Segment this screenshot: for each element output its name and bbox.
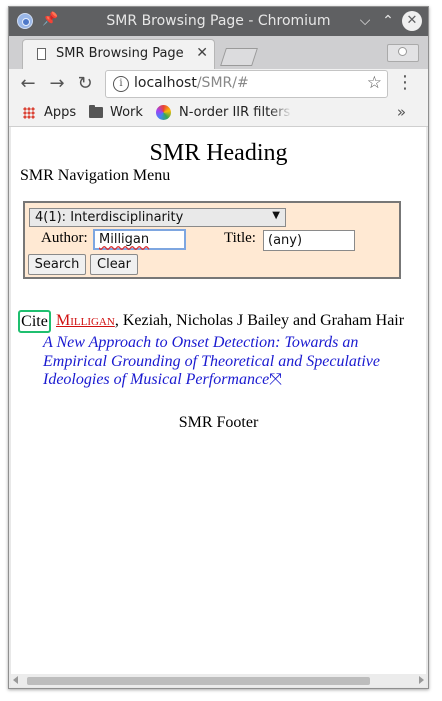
- tab-smr-browsing-page[interactable]: SMR Browsing Page ✕: [22, 39, 215, 69]
- co-authors-text: , Keziah, Nicholas J Bailey and Graham H…: [114, 312, 405, 329]
- result-title[interactable]: A New Approach to Onset Detection: Towar…: [43, 334, 403, 390]
- back-button[interactable]: ←: [17, 73, 39, 95]
- minimize-button[interactable]: ⌵: [355, 11, 375, 31]
- search-button[interactable]: Search: [28, 254, 86, 275]
- external-link-icon[interactable]: ⤧: [269, 371, 282, 388]
- author-input-value: Milligan: [99, 232, 150, 247]
- page-viewport: SMR Heading SMR Navigation Menu 4(1): In…: [11, 127, 426, 674]
- new-tab-button[interactable]: [220, 48, 258, 66]
- browser-window: 📌 SMR Browsing Page - Chromium ⌵ ⌃ ✕ SMR…: [8, 6, 429, 689]
- clear-button[interactable]: Clear: [90, 254, 138, 275]
- title-bar: 📌 SMR Browsing Page - Chromium ⌵ ⌃ ✕: [9, 7, 428, 36]
- url-path: /SMR/#: [196, 75, 249, 91]
- author-link[interactable]: Milligan: [56, 312, 115, 329]
- cite-button[interactable]: Cite: [18, 310, 51, 333]
- author-input[interactable]: Milligan: [93, 229, 186, 250]
- bookmark-star-icon[interactable]: ☆: [367, 73, 382, 93]
- author-label: Author:: [41, 230, 88, 246]
- bookmark-apps[interactable]: Apps: [44, 105, 76, 120]
- profile-icon[interactable]: [387, 44, 419, 62]
- address-bar[interactable]: i localhost/SMR/# ☆: [105, 70, 388, 98]
- browser-menu-icon[interactable]: ⋮: [396, 72, 414, 93]
- dropdown-arrow-icon: ▼: [272, 210, 280, 221]
- result-authors: Milligan, Keziah, Nicholas J Bailey and …: [56, 312, 404, 330]
- tab-title: SMR Browsing Page: [56, 46, 184, 61]
- scroll-left-icon[interactable]: [13, 676, 18, 684]
- url-text: localhost/SMR/#: [134, 75, 249, 91]
- scroll-right-icon[interactable]: [419, 676, 424, 684]
- bookmarks-bar: Apps Work N-order IIR filters c »: [9, 101, 428, 127]
- close-window-button[interactable]: ✕: [402, 11, 422, 31]
- tab-strip: SMR Browsing Page ✕: [9, 36, 428, 69]
- info-icon[interactable]: i: [113, 76, 129, 92]
- page-heading: SMR Heading: [149, 140, 288, 166]
- site-favicon-icon: [156, 105, 171, 120]
- tab-close-icon[interactable]: ✕: [196, 45, 208, 61]
- category-select[interactable]: 4(1): Interdisciplinarity ▼: [29, 208, 286, 227]
- forward-button[interactable]: →: [46, 73, 68, 95]
- url-host: localhost: [134, 75, 197, 91]
- horizontal-scrollbar[interactable]: [11, 674, 426, 687]
- document-icon: [37, 48, 46, 60]
- bookmarks-more-icon[interactable]: »: [397, 103, 406, 121]
- scrollbar-thumb[interactable]: [27, 677, 370, 685]
- maximize-button[interactable]: ⌃: [378, 11, 398, 31]
- navigation-menu[interactable]: SMR Navigation Menu: [20, 167, 170, 185]
- category-select-value: 4(1): Interdisciplinarity: [35, 210, 184, 225]
- apps-grid-icon: [23, 107, 35, 119]
- bookmark-work[interactable]: Work: [110, 105, 143, 120]
- reload-button[interactable]: ↻: [74, 73, 96, 95]
- page-footer: SMR Footer: [178, 414, 259, 431]
- title-input[interactable]: (any): [263, 230, 355, 251]
- result-title-link[interactable]: A New Approach to Onset Detection: Towar…: [43, 334, 380, 388]
- title-label: Title:: [224, 230, 256, 246]
- folder-icon: [89, 105, 103, 118]
- search-form: 4(1): Interdisciplinarity ▼ Author: Mill…: [23, 201, 401, 279]
- bookmark-iir-filters[interactable]: N-order IIR filters c: [179, 105, 292, 120]
- browser-toolbar: ← → ↻ i localhost/SMR/# ☆ ⋮: [9, 69, 428, 101]
